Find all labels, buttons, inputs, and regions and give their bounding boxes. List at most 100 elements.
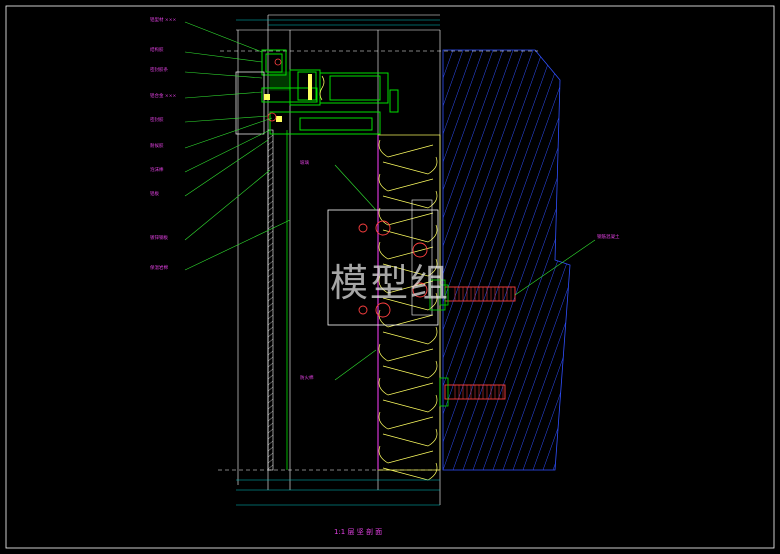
glass-hatch-line	[267, 140, 274, 146]
insulation-wave	[382, 190, 438, 209]
glass-hatch-line	[267, 290, 274, 296]
foam-rod	[319, 75, 325, 101]
glass-hatch-line	[267, 326, 274, 332]
glass-hatch-line	[267, 296, 274, 302]
glass-hatch-line	[267, 356, 274, 362]
glass-hatch-line	[267, 134, 274, 140]
leader-line	[184, 51, 263, 63]
hatch-line	[573, 50, 723, 470]
hatch-line	[552, 50, 570, 470]
hatch-line	[703, 50, 780, 470]
insulation-wave	[382, 394, 438, 413]
glass-hatch-line	[267, 308, 274, 314]
insulation-wave	[378, 411, 434, 430]
hatch-line	[653, 50, 780, 470]
hatch-line	[472, 50, 570, 470]
glass-hatch-line	[267, 218, 274, 224]
hatch-line	[443, 50, 570, 470]
annotation-label: 防火棉	[300, 374, 314, 381]
hatch-line	[123, 50, 273, 470]
hatch-line	[763, 50, 780, 470]
glass-hatch-line	[267, 362, 274, 368]
glass-hatch-line	[267, 146, 274, 152]
glass-hatch-line	[267, 254, 274, 260]
glass-hatch-line	[267, 170, 274, 176]
glass-hatch-line	[267, 416, 274, 422]
annotation-label: 泡沫棒	[150, 166, 164, 173]
leader-line	[184, 115, 269, 123]
insulation-wave	[382, 462, 438, 481]
concrete-wall	[442, 49, 571, 471]
glass-hatch-line	[267, 452, 274, 458]
glass-hatch-line	[267, 446, 274, 452]
leader-line	[184, 129, 271, 173]
insulation-wave	[382, 224, 438, 243]
glass-hatch-line	[267, 176, 274, 182]
glass-hatch-line	[267, 164, 274, 170]
hatch-line	[743, 50, 780, 470]
leader-line	[334, 164, 377, 211]
annotation-label: 铝板	[150, 190, 159, 197]
wall-label: 钢筋混凝土	[597, 233, 620, 240]
hatch-line	[53, 50, 203, 470]
glass-hatch	[267, 134, 274, 470]
glass-hatch-line	[267, 158, 274, 164]
glass-hatch-line	[267, 278, 274, 284]
glass-hatch-line	[267, 314, 274, 320]
glass-hatch-line	[267, 182, 274, 188]
insulation-wave	[378, 173, 434, 192]
leader-line	[184, 117, 273, 149]
glass-hatch-line	[267, 188, 274, 194]
hatch-line	[83, 50, 233, 470]
glass-hatch-line	[267, 350, 274, 356]
glass-hatch-line	[267, 194, 274, 200]
glass-hatch-line	[267, 284, 274, 290]
hatch-line	[663, 50, 780, 470]
leader-line	[184, 219, 291, 271]
hatch-line	[103, 50, 253, 470]
annotation-label: 铝型材 ×××	[150, 16, 176, 23]
hatch-line	[633, 50, 780, 470]
annotation-labels: 铝型材 ××× 结构胶密封胶条铝合金 ××× 密封胶耐候胶泡沫棒铝板镀锌钢板保温岩棉…	[150, 16, 314, 381]
glass-hatch-line	[267, 428, 274, 434]
hatch-line	[583, 50, 733, 470]
hatch-line	[693, 50, 780, 470]
glass-hatch-line	[267, 230, 274, 236]
hatch-line	[452, 50, 570, 470]
leader-line	[334, 349, 377, 381]
hatch-line	[63, 50, 213, 470]
glass-hatch-line	[267, 260, 274, 266]
hatch-line	[673, 50, 780, 470]
glass-hatch-line	[267, 398, 274, 404]
glass-hatch-line	[267, 458, 274, 464]
glass-hatch-line	[267, 344, 274, 350]
insulation-wave	[378, 343, 434, 362]
hatch-line	[713, 50, 780, 470]
hatch-line	[173, 50, 323, 470]
leader-line	[184, 21, 263, 53]
annotation-label: 镀锌钢板	[150, 234, 168, 241]
leader-line	[184, 91, 263, 99]
insulation-wave	[382, 428, 438, 447]
glass-hatch-line	[267, 410, 274, 416]
glass-hatch-line	[267, 272, 274, 278]
insulation-wave	[378, 139, 434, 158]
leader-line	[184, 139, 269, 197]
glass-hatch-line	[267, 434, 274, 440]
glass-hatch-line	[267, 440, 274, 446]
hatch-line	[683, 50, 780, 470]
glass-hatch-line	[267, 332, 274, 338]
hatch-line	[43, 50, 193, 470]
insulation-waves	[378, 139, 438, 481]
hatch-line	[492, 50, 570, 470]
annotation-label: 密封胶条	[150, 66, 168, 73]
hatch-line	[73, 50, 223, 470]
glass-hatch-line	[267, 464, 274, 470]
glass-hatch-line	[267, 338, 274, 344]
drawing-title: 1:1 层 坚 剖 面	[334, 528, 383, 536]
glass-hatch-line	[267, 236, 274, 242]
cad-viewport: 铝型材 ××× 结构胶 密封胶条 铝合金 ××× 密封胶 耐候胶 泡沫棒 铝板 镀锌钢板 保温岩棉…	[0, 0, 780, 554]
glass-hatch-line	[267, 242, 274, 248]
glass-hatch-line	[267, 404, 274, 410]
hatch-line	[643, 50, 780, 470]
